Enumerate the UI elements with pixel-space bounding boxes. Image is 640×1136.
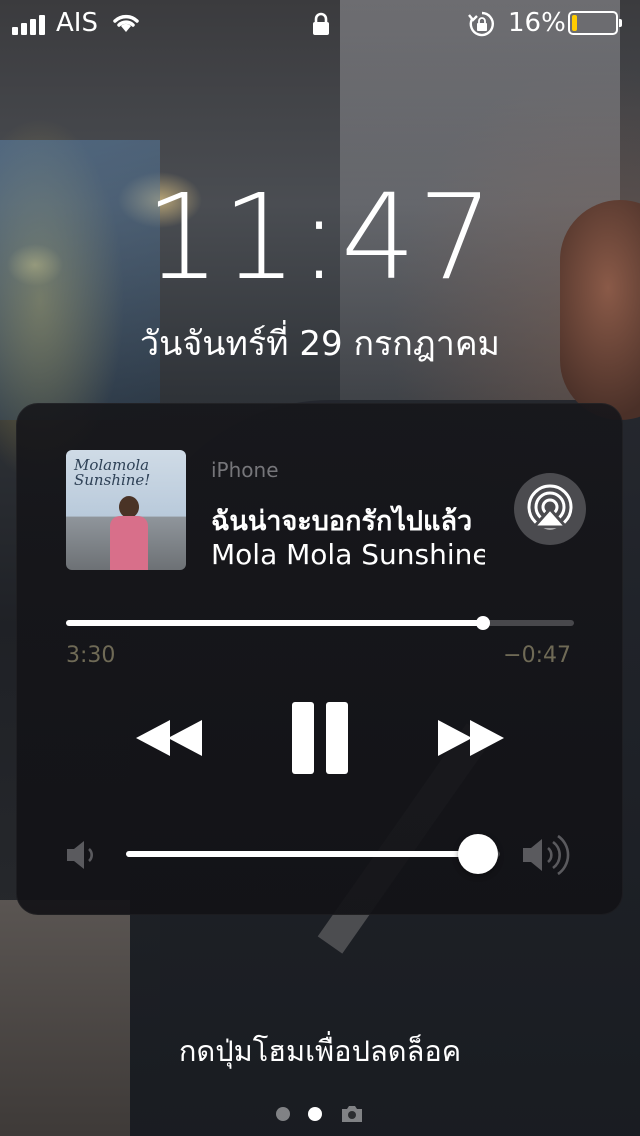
remaining-time: −0:47 [503,643,571,668]
battery-percent: 16% [508,8,566,38]
page-dot[interactable] [276,1107,290,1121]
volume-low-icon [67,841,93,869]
rewind-button[interactable] [134,693,206,783]
rotation-lock-icon [468,11,494,37]
page-dot-current[interactable] [308,1107,322,1121]
pause-button[interactable] [289,693,351,783]
scrubber-knob[interactable] [475,616,490,630]
album-cover-text: Molamola Sunshine! [74,456,151,489]
album-artwork[interactable]: Molamola Sunshine! [66,450,186,570]
wifi-icon [113,14,139,32]
volume-knob[interactable] [457,834,498,874]
lock-screen-time: 11:47 [144,168,496,306]
volume-slider[interactable] [126,834,500,874]
lock-screen-date: วันจันทร์ที่ 29 กรกฎาคม [140,324,500,364]
playback-source: iPhone [211,458,279,482]
carrier-label: AIS [56,8,98,38]
volume-high-icon [523,834,570,876]
unlock-hint: กดปุ่มโฮมเพื่อปลดล็อค [178,1034,462,1068]
track-title[interactable]: ฉันน่าจะบอกรักไปแล้ว [211,499,483,542]
fast-forward-button[interactable] [434,693,506,783]
airplay-icon [527,484,573,530]
airplay-button[interactable] [514,473,586,545]
camera-icon[interactable] [340,1104,364,1124]
now-playing-widget: Molamola Sunshine! iPhone ฉันน่าจะบอกรัก… [16,403,623,915]
page-indicator[interactable] [0,1104,640,1124]
playback-scrubber[interactable] [66,616,574,630]
elapsed-time: 3:30 [66,643,116,668]
lock-icon [313,12,329,35]
track-artist[interactable]: Mola Mola Sunshine [211,538,485,571]
battery-icon [568,11,622,35]
status-bar: AIS 16% [0,0,640,48]
signal-icon [12,13,45,35]
